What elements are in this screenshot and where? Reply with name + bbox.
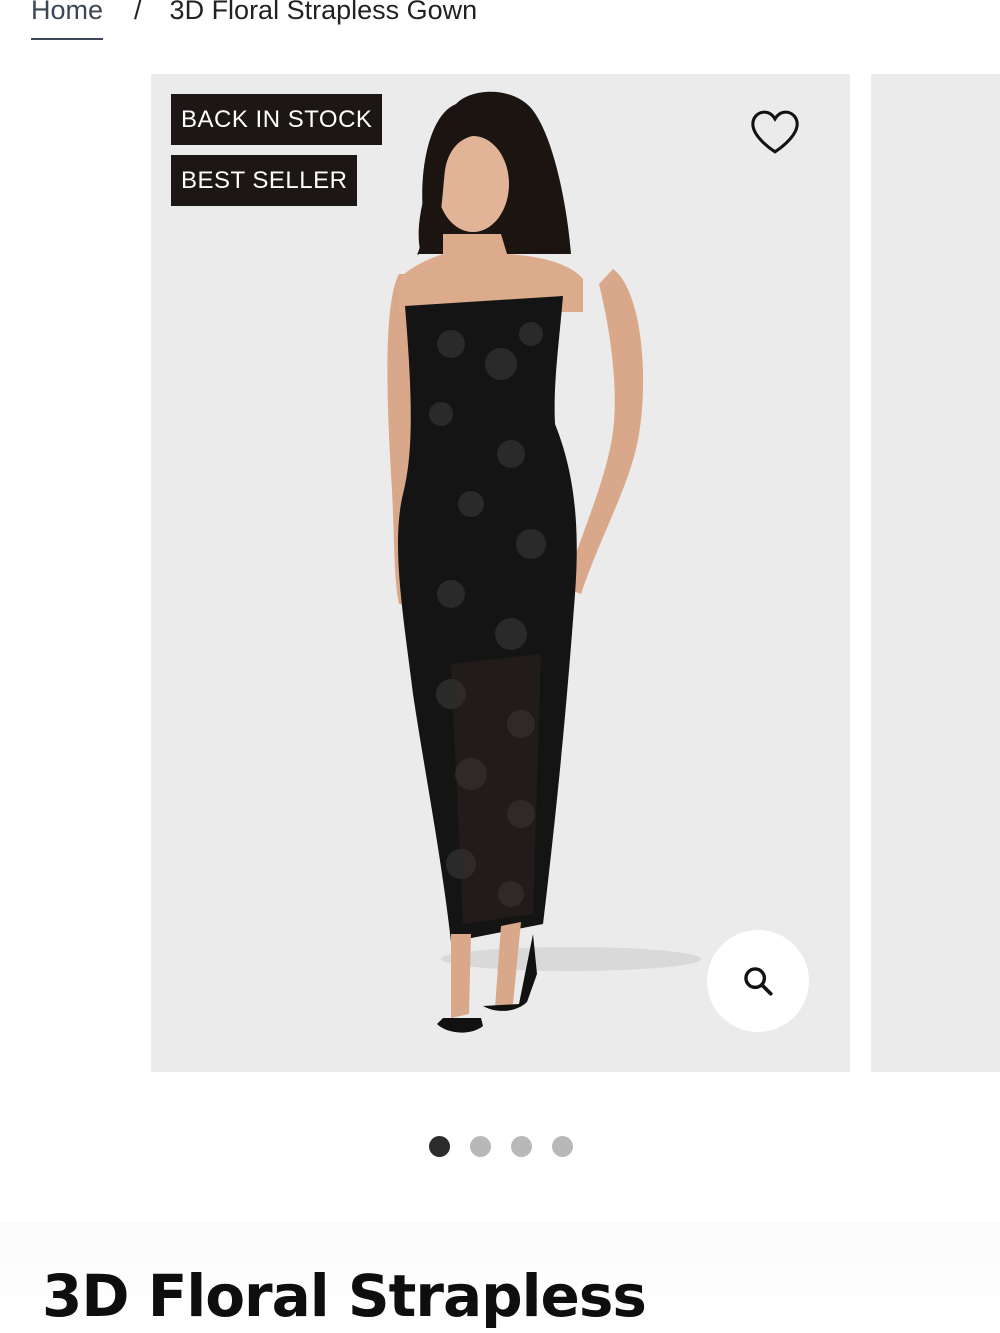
gallery-dot-1[interactable]	[429, 1136, 450, 1157]
product-title: 3D Floral Strapless	[42, 1262, 647, 1330]
back-in-stock-badge: BACK IN STOCK	[171, 94, 383, 145]
zoom-button[interactable]	[707, 930, 809, 1032]
breadcrumb-separator: /	[134, 0, 142, 25]
search-icon	[744, 967, 773, 996]
gallery-dot-4[interactable]	[552, 1136, 573, 1157]
heart-icon	[751, 110, 799, 154]
breadcrumb-current-page: 3D Floral Strapless Gown	[169, 0, 478, 25]
wishlist-button[interactable]	[747, 104, 803, 160]
breadcrumb: Home / 3D Floral Strapless Gown	[31, 0, 477, 42]
product-image[interactable]	[151, 74, 850, 1072]
gallery-pagination	[429, 1136, 573, 1157]
gallery-dot-3[interactable]	[511, 1136, 532, 1157]
gallery-dot-2[interactable]	[470, 1136, 491, 1157]
product-image-gallery[interactable]: BACK IN STOCK BEST SELLER	[151, 74, 850, 1072]
breadcrumb-home-link[interactable]: Home	[31, 0, 104, 40]
best-seller-badge: BEST SELLER	[171, 155, 358, 206]
next-product-image-preview[interactable]	[871, 74, 1000, 1072]
